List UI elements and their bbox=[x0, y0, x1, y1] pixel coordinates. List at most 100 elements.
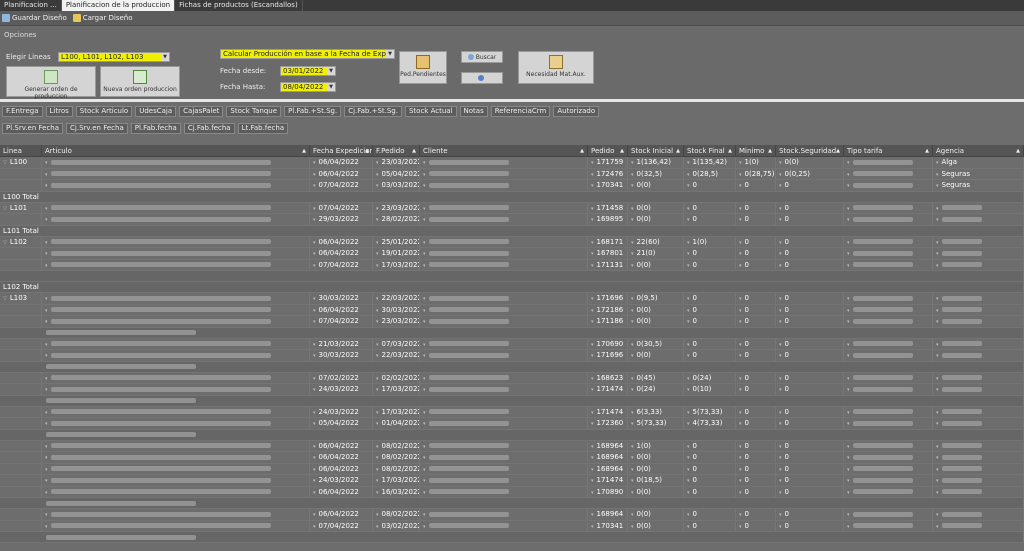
grid-cell[interactable]: ▾ bbox=[42, 293, 310, 304]
grid-cell[interactable]: ▾ 168964 bbox=[588, 452, 628, 463]
grid-cell[interactable]: ▾ bbox=[844, 259, 933, 270]
grid-cell[interactable]: ▾ 0 bbox=[736, 486, 776, 497]
grid-cell[interactable]: ▾ 0 bbox=[776, 452, 844, 463]
grid-cell[interactable]: ▾ 0 bbox=[776, 463, 844, 474]
grid-cell[interactable]: ▾ 0(10) bbox=[684, 384, 736, 395]
grid-cell[interactable]: ▾ 0 bbox=[776, 350, 844, 361]
grid-cell[interactable]: ▾ bbox=[933, 452, 1024, 463]
column-header[interactable]: Linea bbox=[0, 145, 42, 157]
table-row[interactable]: ▽ L103 ▾ ▾ 30/03/2022 ▾ 22/03/2022 ▾ ▾ 171696 ▾ 0(9… bbox=[0, 293, 1024, 305]
grid-cell[interactable]: ▾ bbox=[420, 440, 588, 451]
table-row[interactable]: ▾ ▾ 21/03/2022 ▾ 07/03/2022 ▾ ▾ 170690 ▾ 0(30,5) ▾… bbox=[0, 338, 1024, 350]
grid-cell[interactable]: ▾ 0 bbox=[736, 520, 776, 531]
lineas-select[interactable]: L100, L101, L102, L103 ▼ bbox=[58, 52, 170, 62]
grid-cell[interactable]: ▾ 0 bbox=[776, 418, 844, 429]
grid-cell[interactable]: ▾ 0 bbox=[736, 463, 776, 474]
grid-cell[interactable]: ▾ bbox=[42, 440, 310, 451]
table-row[interactable]: ▾ ▾ 07/04/2022 ▾ 03/03/2022 ▾ ▾ 170341 ▾ 0(0) ▾ 0 ▾ 0… bbox=[0, 180, 1024, 192]
grid-cell[interactable]: ▾ 19/01/2022 bbox=[373, 248, 420, 259]
grid-cell[interactable]: ▾ 170341 bbox=[588, 180, 628, 191]
grid-cell[interactable]: ▾ 29/03/2022 bbox=[310, 214, 373, 225]
grid-cell[interactable]: ▾ bbox=[420, 509, 588, 520]
grid-cell[interactable]: ▾ 0(0) bbox=[628, 214, 684, 225]
grid-cell[interactable]: ▾ 24/03/2022 bbox=[310, 475, 373, 486]
grid-cell[interactable]: ▾ 08/02/2022 bbox=[373, 452, 420, 463]
grid-cell[interactable]: ▾ bbox=[420, 463, 588, 474]
grid-cell[interactable]: ▾ bbox=[42, 259, 310, 270]
grid-cell[interactable]: ▾ bbox=[933, 475, 1024, 486]
grid-cell[interactable]: ▾ bbox=[42, 338, 310, 349]
grid-cell[interactable]: ▾ bbox=[42, 486, 310, 497]
grid-cell[interactable] bbox=[0, 350, 42, 361]
refresh-button[interactable] bbox=[461, 72, 503, 84]
grid-cell[interactable]: ▾ 0 bbox=[776, 316, 844, 327]
grid-cell[interactable]: ▾ 05/04/2022 bbox=[310, 418, 373, 429]
grid-cell[interactable]: ▾ 170890 bbox=[588, 486, 628, 497]
grid-cell[interactable]: ▾ bbox=[933, 304, 1024, 315]
column-header[interactable]: Pedido ▲ bbox=[588, 145, 628, 157]
grid-cell[interactable]: ▾ bbox=[933, 214, 1024, 225]
grid-cell[interactable]: ▾ 0(0) bbox=[776, 157, 844, 168]
grid-cell[interactable]: ▾ bbox=[42, 157, 310, 168]
grid-cell[interactable]: ▾ 0 bbox=[684, 316, 736, 327]
grid-cell[interactable]: ▾ bbox=[844, 168, 933, 179]
grid-cell[interactable]: ▾ bbox=[844, 236, 933, 247]
grid-cell[interactable]: ▾ 0 bbox=[684, 475, 736, 486]
grid-cell[interactable]: ▾ 0 bbox=[776, 202, 844, 213]
grid-cell[interactable]: ▾ 171474 bbox=[588, 406, 628, 417]
grid-cell[interactable]: ▾ 0(0) bbox=[628, 304, 684, 315]
table-row[interactable]: ▾ ▾ 07/04/2022 ▾ 23/03/2022 ▾ ▾ 171186 ▾ 0(0) ▾ 0 ▾ 0… bbox=[0, 316, 1024, 328]
grid-cell[interactable]: ▾ bbox=[844, 452, 933, 463]
column-chip[interactable]: Litros bbox=[45, 106, 73, 117]
sort-arrow-icon[interactable]: ▲ bbox=[925, 145, 929, 157]
column-chip[interactable]: CajasPalet bbox=[179, 106, 224, 117]
grid-cell[interactable]: ▾ bbox=[42, 520, 310, 531]
grid-cell[interactable]: ▾ 07/04/2022 bbox=[310, 180, 373, 191]
table-row[interactable]: ▾ ▾ 06/04/2022 ▾ 16/03/2022 ▾ ▾ 170890 ▾ 0(0) ▾ 0 ▾ 0… bbox=[0, 486, 1024, 498]
grid-cell[interactable]: ▾ 06/04/2022 bbox=[310, 248, 373, 259]
table-row[interactable]: ▾ ▾ 06/04/2022 ▾ 08/02/2022 ▾ ▾ 168964 ▾ 0(0) ▾ 0 ▾ 0… bbox=[0, 452, 1024, 464]
tab-2[interactable]: Fichas de productos (Escandallos) bbox=[175, 0, 303, 11]
grid-cell[interactable]: ▾ 0 bbox=[776, 486, 844, 497]
grid-cell[interactable]: ▾ 171131 bbox=[588, 259, 628, 270]
table-row[interactable]: ▽ L100 ▾ ▾ 06/04/2022 ▾ 23/03/2022 ▾ ▾ 171759 ▾ 1(1… bbox=[0, 157, 1024, 169]
grid-cell[interactable]: ▾ 0 bbox=[776, 304, 844, 315]
table-row[interactable]: ▾ ▾ 29/03/2022 ▾ 28/02/2022 ▾ ▾ 169895 ▾ 0(0) ▾ 0 ▾ 0… bbox=[0, 214, 1024, 226]
grid-cell[interactable]: ▾ 0 bbox=[736, 384, 776, 395]
table-row[interactable]: ▽ L102 ▾ ▾ 06/04/2022 ▾ 25/01/2022 ▾ ▾ 168171 ▾ 22(… bbox=[0, 236, 1024, 248]
grid-cell[interactable]: ▾ 0(0) bbox=[628, 452, 684, 463]
grid-cell[interactable]: ▾ bbox=[844, 316, 933, 327]
column-chip[interactable]: UdesCaja bbox=[135, 106, 177, 117]
column-chip[interactable]: Pl.Fab.fecha bbox=[130, 123, 181, 134]
grid-cell[interactable]: ▾ 0(0) bbox=[628, 350, 684, 361]
grid-cell[interactable]: ▾ 0(30,5) bbox=[628, 338, 684, 349]
grid-cell[interactable]: ▾ Seguras bbox=[933, 180, 1024, 191]
grid-cell[interactable]: ▾ 0 bbox=[736, 350, 776, 361]
grid-cell[interactable]: ▾ 0 bbox=[684, 463, 736, 474]
grid-cell[interactable]: ▾ 06/04/2022 bbox=[310, 452, 373, 463]
grid-cell[interactable]: ▾ 0 bbox=[684, 304, 736, 315]
grid-cell[interactable]: ▾ 0 bbox=[736, 509, 776, 520]
table-row[interactable]: ▾ ▾ 06/04/2022 ▾ 05/04/2022 ▾ ▾ 172476 ▾ 0(32,5) ▾… bbox=[0, 168, 1024, 180]
grid-cell[interactable]: ▾ 0 bbox=[736, 338, 776, 349]
fecha-desde-input[interactable]: 03/01/2022 ▼ bbox=[280, 66, 336, 76]
table-row[interactable]: ▾ ▾ 06/04/2022 ▾ 08/02/2022 ▾ ▾ 168964 ▾ 0(0) ▾ 0 ▾ 0… bbox=[0, 509, 1024, 521]
grid-cell[interactable]: ▾ 30/03/2022 bbox=[310, 293, 373, 304]
column-chip[interactable]: F.Entrega bbox=[2, 106, 43, 117]
grid-cell[interactable]: ▾ bbox=[42, 214, 310, 225]
chevron-down-icon[interactable]: ▼ bbox=[161, 53, 169, 61]
column-chip[interactable]: Stock Articulo bbox=[75, 106, 133, 117]
grid-cell[interactable] bbox=[0, 372, 42, 383]
table-row[interactable]: ▾ ▾ 07/04/2022 ▾ 17/03/2022 ▾ ▾ 171131 ▾ 0(0) ▾ 0 ▾ 0… bbox=[0, 259, 1024, 271]
collapse-arrow-icon[interactable]: ▽ bbox=[3, 206, 7, 212]
grid-cell[interactable]: ▾ 1(136,42) bbox=[628, 157, 684, 168]
grid-cell[interactable]: ▾ bbox=[844, 418, 933, 429]
table-row[interactable]: ▾ ▾ 07/04/2022 ▾ 03/02/2022 ▾ ▾ 170341 ▾ 0(0) ▾ 0 ▾ 0… bbox=[0, 520, 1024, 532]
table-row[interactable]: ▾ ▾ 24/03/2022 ▾ 17/03/2022 ▾ ▾ 171474 ▾ 6(3,33) ▾… bbox=[0, 406, 1024, 418]
column-header[interactable]: F.Pedido ▲ bbox=[373, 145, 420, 157]
grid-cell[interactable]: ▾ bbox=[420, 259, 588, 270]
grid-cell[interactable]: ▾ 0 bbox=[736, 304, 776, 315]
grid-cell[interactable]: ▽ L100 bbox=[0, 157, 42, 168]
grid-cell[interactable]: ▾ 06/04/2022 bbox=[310, 304, 373, 315]
grid-cell[interactable] bbox=[0, 452, 42, 463]
